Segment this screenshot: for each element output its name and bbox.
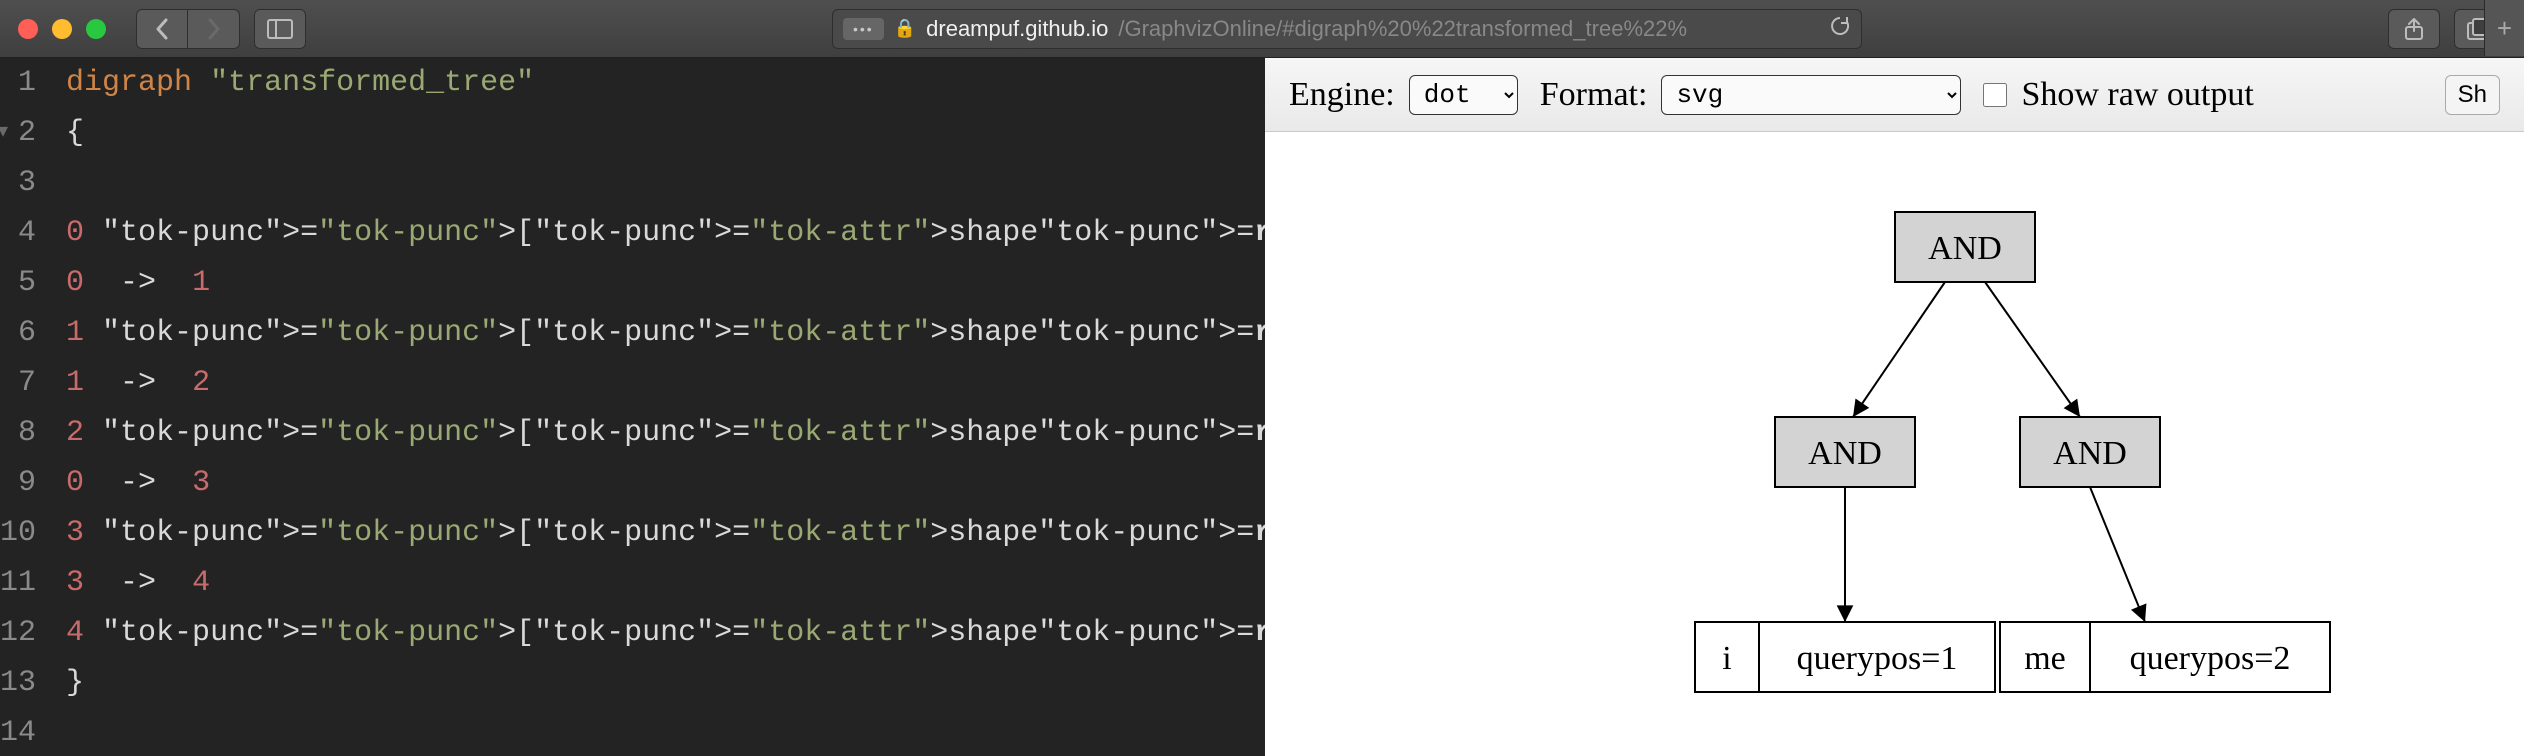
node-4: me querypos=2 — [2000, 622, 2330, 692]
svg-text:querypos=1: querypos=1 — [1797, 640, 1958, 677]
reload-icon[interactable] — [1829, 15, 1851, 43]
new-tab-button[interactable]: + — [2484, 0, 2524, 56]
show-raw-field: Show raw output — [1983, 76, 2253, 114]
node-0: AND — [1895, 212, 2035, 282]
forward-button[interactable] — [188, 9, 240, 49]
lock-icon: 🔒 — [894, 18, 916, 39]
nav-back-forward — [136, 9, 240, 49]
address-bar[interactable]: ••• 🔒 dreampuf.github.io/GraphvizOnline/… — [832, 9, 1862, 49]
line-number: 11 — [0, 558, 36, 608]
format-label: Format: — [1540, 76, 1648, 114]
url-path: /GraphvizOnline/#digraph%20%22transforme… — [1118, 16, 1687, 42]
svg-text:querypos=2: querypos=2 — [2130, 640, 2291, 677]
line-number: 9 — [0, 458, 36, 508]
line-number: 10 — [0, 508, 36, 558]
edge-0-1 — [1853, 282, 1945, 417]
close-window-button[interactable] — [18, 19, 38, 39]
line-number: 12 — [0, 608, 36, 658]
svg-text:i: i — [1722, 640, 1731, 677]
line-number: 5 — [0, 258, 36, 308]
node-1: AND — [1775, 417, 1915, 487]
engine-field: Engine: dot — [1289, 75, 1518, 115]
svg-text:me: me — [2024, 640, 2066, 677]
line-number: 6 — [0, 308, 36, 358]
reader-mode-icon[interactable]: ••• — [843, 18, 884, 40]
svg-text:AND: AND — [2053, 435, 2127, 472]
line-number-gutter: 1234567891011121314 — [0, 58, 58, 756]
engine-label: Engine: — [1289, 76, 1395, 114]
url-host: dreampuf.github.io — [926, 16, 1108, 42]
browser-titlebar: ••• 🔒 dreampuf.github.io/GraphvizOnline/… — [0, 0, 2524, 58]
line-number: 8 — [0, 408, 36, 458]
line-number: 3 — [0, 158, 36, 208]
format-field: Format: svg — [1540, 75, 1962, 115]
zoom-window-button[interactable] — [86, 19, 106, 39]
format-select[interactable]: svg — [1661, 75, 1961, 115]
line-number: 4 — [0, 208, 36, 258]
share-icon[interactable] — [2388, 9, 2440, 49]
edge-3-4 — [2090, 487, 2145, 622]
sidebar-toggle-button[interactable] — [254, 9, 306, 49]
line-number: 2 — [0, 108, 36, 158]
line-number: 13 — [0, 658, 36, 708]
code-editor[interactable]: 1234567891011121314 digraph "transformed… — [0, 58, 1265, 756]
rendered-graph-svg: AND AND AND i querypos=1 me querypos=2 — [1265, 132, 2524, 756]
graph-canvas[interactable]: AND AND AND i querypos=1 me querypos=2 — [1265, 132, 2524, 756]
window-controls — [18, 19, 106, 39]
minimize-window-button[interactable] — [52, 19, 72, 39]
viewer-toolbar: Engine: dot Format: svg Show raw output … — [1265, 58, 2524, 132]
line-number: 14 — [0, 708, 36, 756]
show-raw-label: Show raw output — [2021, 76, 2253, 114]
line-number: 1 — [0, 58, 36, 108]
node-3: AND — [2020, 417, 2160, 487]
share-button[interactable]: Sh — [2445, 75, 2500, 115]
line-number: 7 — [0, 358, 36, 408]
back-button[interactable] — [136, 9, 188, 49]
node-2: i querypos=1 — [1695, 622, 1995, 692]
engine-select[interactable]: dot — [1409, 75, 1518, 115]
content-area: 1234567891011121314 digraph "transformed… — [0, 58, 2524, 756]
svg-text:AND: AND — [1808, 435, 1882, 472]
graph-viewer: Engine: dot Format: svg Show raw output … — [1265, 58, 2524, 756]
show-raw-checkbox[interactable] — [1983, 83, 2007, 107]
svg-text:AND: AND — [1928, 230, 2002, 267]
edge-0-3 — [1985, 282, 2080, 417]
